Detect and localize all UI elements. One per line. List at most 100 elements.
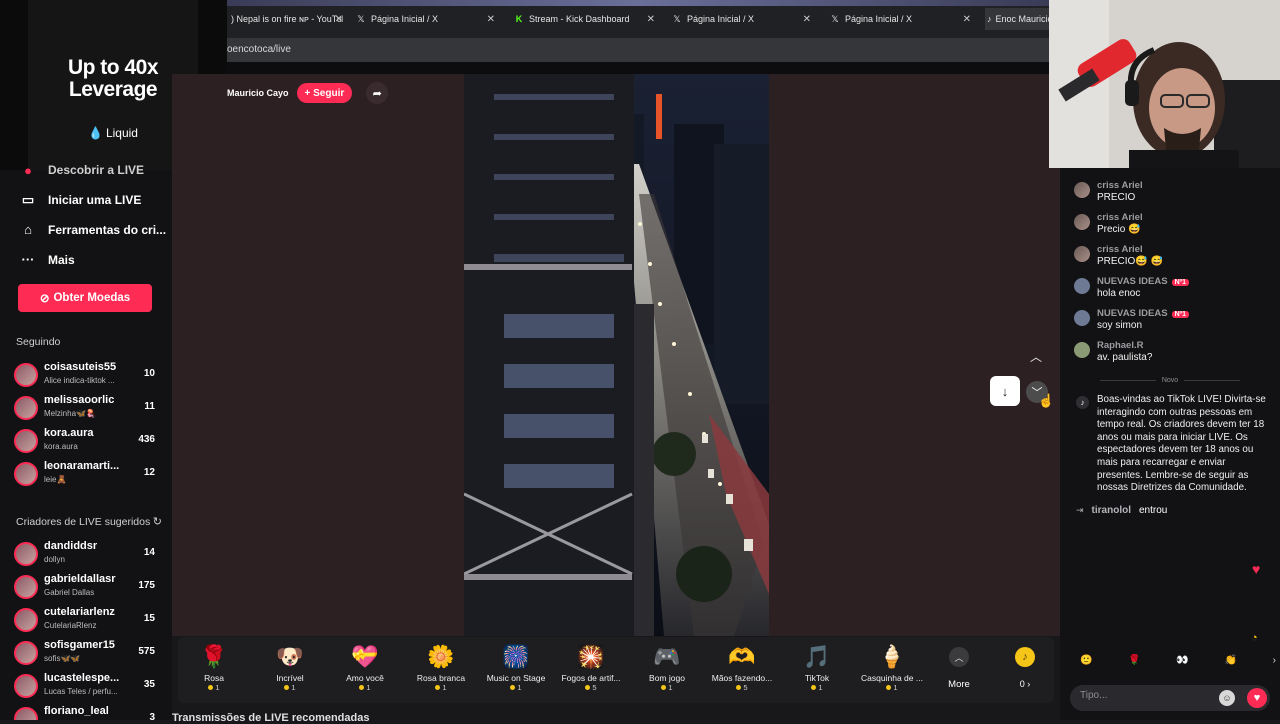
close-icon[interactable]: ✕ [487, 14, 495, 25]
close-icon[interactable]: ✕ [803, 14, 811, 25]
gift-price: 1 [478, 683, 554, 692]
following-account[interactable]: leonaramarti... leie🧸 12 [14, 459, 160, 489]
chat-input[interactable] [1080, 690, 1210, 701]
share-icon[interactable]: ➦ [366, 82, 389, 104]
gift-item[interactable]: 🐶 Incrível 1 [252, 641, 328, 692]
left-sidebar: ● Descobrir a LIVE ▭ Iniciar uma LIVE ⌂ … [0, 164, 172, 720]
rose-icon: 🌹 [200, 644, 228, 669]
account-subtitle: kora.aura [44, 442, 78, 451]
stage-icon: 🎆 [502, 644, 530, 669]
suggested-account[interactable]: sofisgamer15 sofis🦋🦋 575 [14, 638, 160, 668]
sidebar-item-discover[interactable]: ● Descobrir a LIVE [20, 164, 144, 176]
account-subtitle: Gabriel Dallas [44, 588, 95, 597]
download-arrow-icon[interactable]: ↓ [990, 376, 1020, 406]
emoji-icon[interactable]: ☺ [1219, 690, 1235, 706]
chat-input-box[interactable]: ☺ ♥ [1070, 685, 1270, 711]
browser-tab[interactable]: 𝕏 Página Inicial / X ✕ [829, 8, 971, 30]
chat-username[interactable]: criss Ariel [1097, 180, 1143, 191]
chevron-right-icon[interactable]: › [1273, 655, 1276, 666]
gift-price: 1 [327, 683, 403, 692]
gift-item[interactable]: 🎇 Fogos de artif... 5 [553, 641, 629, 692]
account-subtitle: sofis🦋🦋 [44, 654, 81, 663]
account-subtitle: dollyn [44, 555, 65, 564]
account-subtitle: Lucas Teles / perfu... [44, 687, 118, 696]
chat-username[interactable]: NUEVAS IDEAS Nº1 [1097, 308, 1190, 319]
follow-button[interactable]: + Seguir [296, 83, 353, 103]
suggested-account[interactable]: dandiddsr dollyn 14 [14, 539, 160, 569]
eyes-emoji-icon[interactable]: 👀 [1176, 655, 1188, 666]
gift-price: 5 [704, 683, 780, 692]
gift-price: 1 [176, 683, 252, 692]
following-account[interactable]: kora.aura kora.aura 436 [14, 426, 160, 456]
suggested-heading-label: Criadores de LIVE sugeridos [16, 516, 151, 528]
joined-username[interactable]: tiranolol [1092, 505, 1131, 516]
suggested-account[interactable]: floriano_leal 3 [14, 704, 160, 720]
gift-item[interactable]: 🎵 TikTok 1 [779, 641, 855, 692]
gift-item[interactable]: 🍦 Casquinha de ... 1 [854, 641, 930, 692]
get-coins-button[interactable]: ⊘ Obter Moedas [18, 284, 152, 312]
refresh-icon[interactable]: ↻ [153, 515, 162, 528]
fan-badge: Nº1 [1171, 311, 1190, 318]
avatar [14, 542, 38, 566]
close-icon[interactable]: ✕ [647, 14, 655, 25]
coin-icon: ⊘ [39, 293, 50, 305]
close-icon[interactable]: ✕ [963, 14, 971, 25]
account-subtitle: leie🧸 [44, 475, 67, 484]
gift-item[interactable]: 🌹 Rosa 1 [176, 641, 252, 692]
gift-item[interactable]: 🫶 Mãos fazendo... 5 [704, 641, 780, 692]
live-video[interactable] [464, 74, 769, 636]
browser-tab[interactable]: K Stream - Kick Dashboard ✕ [513, 8, 655, 30]
chat-username[interactable]: criss Ariel [1097, 244, 1143, 255]
join-notice: ⇥ tiranolol entrou [1076, 505, 1167, 516]
address-bar[interactable]: oencotoca/live [227, 38, 1049, 62]
chat-text: av. paulista? [1097, 352, 1153, 363]
rose-emoji-icon[interactable]: 🌹 [1128, 655, 1140, 666]
gift-name: Rosa branca [416, 673, 466, 683]
suggested-account[interactable]: cutelariarlenz CutelariaRlenz 15 [14, 605, 160, 635]
browser-tab-active[interactable]: ♪ Enoc Mauricio [985, 8, 1049, 30]
avatar [14, 396, 38, 420]
x-logo-icon: 𝕏 [831, 13, 839, 24]
browser-tab[interactable]: 𝕏 Página Inicial / X ✕ [671, 8, 811, 30]
clap-emoji-icon[interactable]: 👏 [1224, 655, 1236, 666]
close-icon[interactable]: ✕ [335, 14, 343, 25]
wallet-button[interactable]: ♪ 0 › [1010, 647, 1040, 689]
tab-label: Página Inicial / X [687, 14, 755, 24]
gift-item[interactable]: 🌼 Rosa branca 1 [403, 641, 479, 692]
following-account[interactable]: melissaoorlic Melzinha🦋🪼 11 [14, 393, 160, 423]
tab-label: Página Inicial / X [845, 14, 913, 24]
sidebar-item-label: Ferramentas do cri... [48, 222, 167, 237]
host-bar: Mauricio Cayo + Seguir ➦ [227, 82, 389, 104]
gift-item[interactable]: 💝 Amo você 1 [327, 641, 403, 692]
account-name: dandiddsr [44, 540, 98, 552]
tab-label: Stream - Kick Dashboard [529, 14, 630, 24]
heart-icon[interactable]: ♥ [1247, 688, 1267, 708]
url-text[interactable]: oencotoca/live [227, 44, 291, 55]
suggested-account[interactable]: gabrieldallasr Gabriel Dallas 175 [14, 572, 160, 602]
viewer-count: 175 [138, 580, 155, 591]
gifts-more-button[interactable]: ︿ More [938, 647, 980, 690]
chat-username[interactable]: NUEVAS IDEAS Nº1 [1097, 276, 1190, 287]
ad-title: Up to 40x Leverage [67, 56, 159, 101]
suggested-account[interactable]: lucastelespe... Lucas Teles / perfu... 3… [14, 671, 160, 701]
smile-emoji-icon[interactable]: 🙂 [1080, 655, 1092, 666]
get-coins-label: Obter Moedas [53, 292, 131, 304]
following-account[interactable]: coisasuteis55 Alice indica-tiktok ... 10 [14, 360, 160, 390]
ellipsis-icon: ··· [21, 252, 35, 267]
chat-username[interactable]: Raphael.R [1097, 340, 1143, 351]
account-subtitle: CutelariaRlenz [44, 621, 97, 630]
avatar [1074, 182, 1090, 198]
chevron-up-icon[interactable]: ︿ [1025, 345, 1047, 367]
host-name[interactable]: Mauricio Cayo [227, 88, 289, 98]
gift-item[interactable]: 🎮 Bom jogo 1 [629, 641, 705, 692]
browser-tab[interactable]: 𝕏 Página Inicial / X ✕ [355, 8, 495, 30]
sidebar-item-more[interactable]: ··· Mais [20, 252, 75, 267]
gift-item[interactable]: 🎆 Music on Stage 1 [478, 641, 554, 692]
sidebar-item-start-live[interactable]: ▭ Iniciar uma LIVE [20, 192, 142, 208]
live-icon: ● [24, 164, 32, 176]
gift-name: Fogos de artif... [561, 673, 621, 683]
browser-tab[interactable]: ) Nepal is on fire ɴᴘ - YouTube ✕ [231, 8, 343, 30]
chat-username[interactable]: criss Ariel [1097, 212, 1143, 223]
gift-name: Mãos fazendo... [711, 673, 773, 683]
sidebar-item-creator-tools[interactable]: ⌂ Ferramentas do cri... [20, 222, 166, 237]
